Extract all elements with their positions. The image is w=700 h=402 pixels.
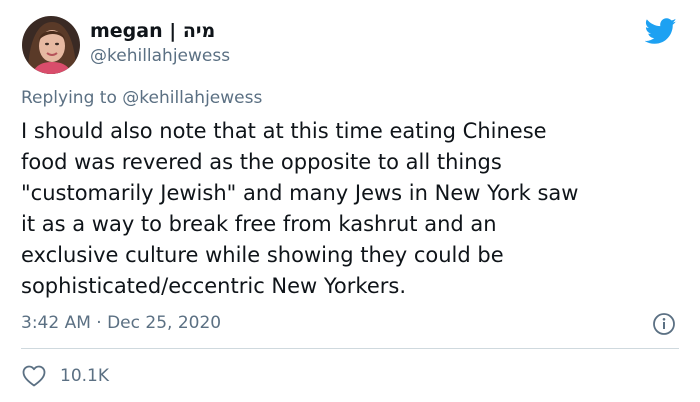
- tweet-text-line: food was revered as the opposite to all …: [21, 150, 502, 174]
- like-count: 10.1K: [60, 366, 109, 386]
- tweet-text-line: I should also note that at this time eat…: [21, 119, 547, 143]
- heart-icon[interactable]: [22, 365, 46, 387]
- twitter-bird-icon[interactable]: [644, 18, 677, 45]
- replying-to-label: Replying to: [21, 88, 123, 108]
- avatar-image: [22, 16, 80, 74]
- display-name[interactable]: megan | מיה: [90, 20, 215, 42]
- replying-to: Replying to @kehillahjewess: [21, 88, 262, 108]
- tweet-text-line: "customarily Jewish" and many Jews in Ne…: [21, 181, 579, 205]
- tweet-text: I should also note that at this time eat…: [21, 116, 686, 302]
- tweet-text-line: exclusive culture while showing they cou…: [21, 243, 504, 267]
- tweet-card: megan | מיה @kehillahjewess Replying to …: [0, 0, 700, 402]
- tweet-timestamp[interactable]: 3:42 AM · Dec 25, 2020: [21, 313, 221, 333]
- tweet-text-line: sophisticated/eccentric New Yorkers.: [21, 274, 406, 298]
- info-icon[interactable]: [652, 312, 676, 336]
- tweet-text-line: it as a way to break free from kashrut a…: [21, 212, 497, 236]
- replying-to-mention[interactable]: @kehillahjewess: [122, 88, 262, 108]
- divider: [21, 348, 679, 349]
- user-handle[interactable]: @kehillahjewess: [90, 46, 230, 66]
- avatar[interactable]: [22, 16, 80, 74]
